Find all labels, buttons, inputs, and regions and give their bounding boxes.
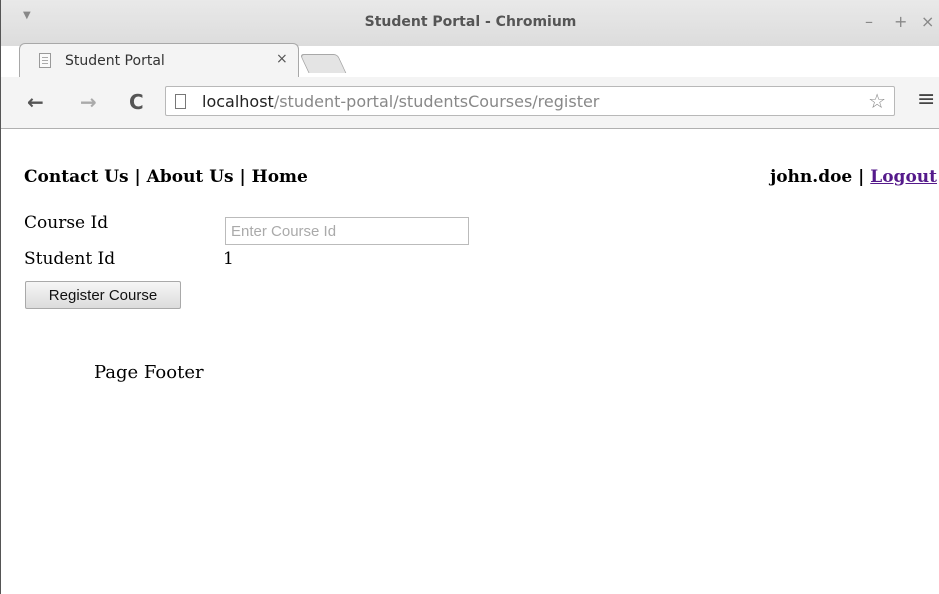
nav-contact-link[interactable]: Contact Us: [24, 167, 129, 187]
browser-menu-icon[interactable]: ≡: [917, 87, 935, 112]
site-nav: Contact Us | About Us | Home: [24, 167, 308, 187]
course-id-input[interactable]: [225, 217, 469, 245]
close-window-button[interactable]: ×: [921, 12, 934, 31]
browser-toolbar: ← → C localhost/student-portal/studentsC…: [1, 77, 939, 129]
reload-icon[interactable]: C: [129, 90, 144, 114]
user-separator: |: [858, 167, 865, 187]
back-arrow-icon[interactable]: ←: [27, 90, 44, 114]
page-info-icon[interactable]: [175, 94, 186, 109]
url-path: /student-portal/studentsCourses/register: [273, 92, 600, 111]
minimize-button[interactable]: –: [865, 12, 873, 31]
browser-window: ▼ Student Portal - Chromium – + × Studen…: [0, 0, 939, 594]
url-host: localhost: [202, 92, 274, 111]
tab-student-portal[interactable]: Student Portal ×: [19, 43, 299, 78]
tab-label: Student Portal: [65, 53, 165, 69]
nav-separator: |: [134, 167, 141, 187]
title-bar: ▼ Student Portal - Chromium – + ×: [1, 0, 939, 46]
user-area: john.doe | Logout: [770, 167, 937, 187]
new-tab-button[interactable]: [299, 54, 347, 73]
bookmark-star-icon[interactable]: ☆: [868, 89, 886, 113]
address-bar[interactable]: localhost/student-portal/studentsCourses…: [165, 86, 895, 116]
nav-separator: |: [239, 167, 246, 187]
maximize-button[interactable]: +: [894, 12, 907, 31]
url-text: localhost/student-portal/studentsCourses…: [202, 92, 599, 111]
tab-close-icon[interactable]: ×: [276, 51, 288, 67]
nav-home-link[interactable]: Home: [252, 167, 308, 187]
student-id-value: 1: [223, 249, 234, 269]
nav-about-link[interactable]: About Us: [147, 167, 234, 187]
page-footer: Page Footer: [94, 362, 204, 383]
page-icon: [39, 53, 51, 68]
logout-link[interactable]: Logout: [870, 167, 937, 187]
forward-arrow-icon[interactable]: →: [80, 90, 97, 114]
course-id-label: Course Id: [24, 213, 109, 233]
page-content: Contact Us | About Us | Home john.doe | …: [1, 129, 939, 594]
register-course-button[interactable]: Register Course: [25, 281, 181, 309]
username: john.doe: [770, 167, 853, 187]
student-id-label: Student Id: [24, 249, 116, 269]
window-title: Student Portal - Chromium: [364, 14, 577, 30]
